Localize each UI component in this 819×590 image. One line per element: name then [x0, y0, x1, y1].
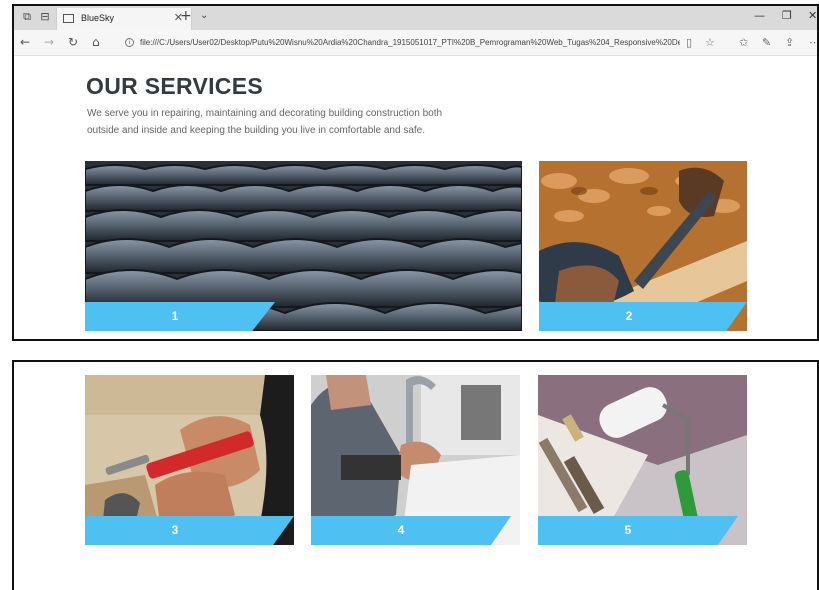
back-button[interactable]: ← [20, 35, 30, 49]
service-number: 1 [171, 309, 179, 323]
page-continuation: 3 4 5 [12, 360, 819, 590]
page-icon [63, 14, 74, 23]
services-description: We serve you in repairing, maintaining a… [87, 108, 443, 136]
site-info-icon[interactable]: i [125, 38, 134, 47]
service-number: 4 [397, 523, 405, 537]
service-number: 3 [171, 523, 179, 537]
close-window-button[interactable]: ✕ [808, 9, 817, 22]
tab-list-chevron-icon[interactable]: ⌄ [200, 10, 208, 21]
browser-window: ⧉ ⊟ BlueSky ✕ + ⌄ — ❐ ✕ ← → ↻ ⌂ i file:/… [12, 4, 819, 341]
tab-preview-icon[interactable]: ⧉ [20, 10, 34, 24]
tab-strip: ⧉ ⊟ BlueSky ✕ + ⌄ — ❐ ✕ [14, 6, 817, 30]
more-icon[interactable]: ⋯ [809, 36, 817, 49]
restore-button[interactable]: ❐ [782, 9, 792, 22]
new-tab-button[interactable]: + [180, 8, 192, 24]
favorites-icon[interactable]: ✩ [739, 36, 748, 49]
share-icon[interactable]: ⇪ [785, 36, 794, 49]
reading-view-icon[interactable]: ▯ [686, 36, 692, 49]
service-card-4[interactable]: 4 [311, 375, 520, 545]
service-card-2[interactable]: 2 [539, 161, 747, 331]
tab-bluesky[interactable]: BlueSky ✕ [56, 8, 192, 30]
url-field[interactable]: file:///C:/Users/User02/Desktop/Putu%20W… [140, 38, 680, 47]
service-card-3[interactable]: 3 [85, 375, 294, 545]
minimize-button[interactable]: — [754, 9, 765, 22]
refresh-button[interactable]: ↻ [68, 35, 78, 49]
service-card-5[interactable]: 5 [538, 375, 747, 545]
service-number: 2 [625, 309, 633, 323]
tabs-aside-icon[interactable]: ⊟ [38, 10, 52, 24]
page-title: OUR SERVICES [86, 73, 263, 99]
favorite-star-icon[interactable]: ☆ [705, 36, 715, 49]
home-button[interactable]: ⌂ [92, 35, 100, 49]
service-card-1[interactable]: 1 [85, 161, 522, 331]
address-bar-row: ← → ↻ ⌂ i file:///C:/Users/User02/Deskto… [14, 30, 817, 56]
notes-icon[interactable]: ✎ [762, 36, 771, 49]
forward-button[interactable]: → [44, 35, 54, 49]
service-number: 5 [624, 523, 632, 537]
tab-title: BlueSky [81, 13, 115, 23]
